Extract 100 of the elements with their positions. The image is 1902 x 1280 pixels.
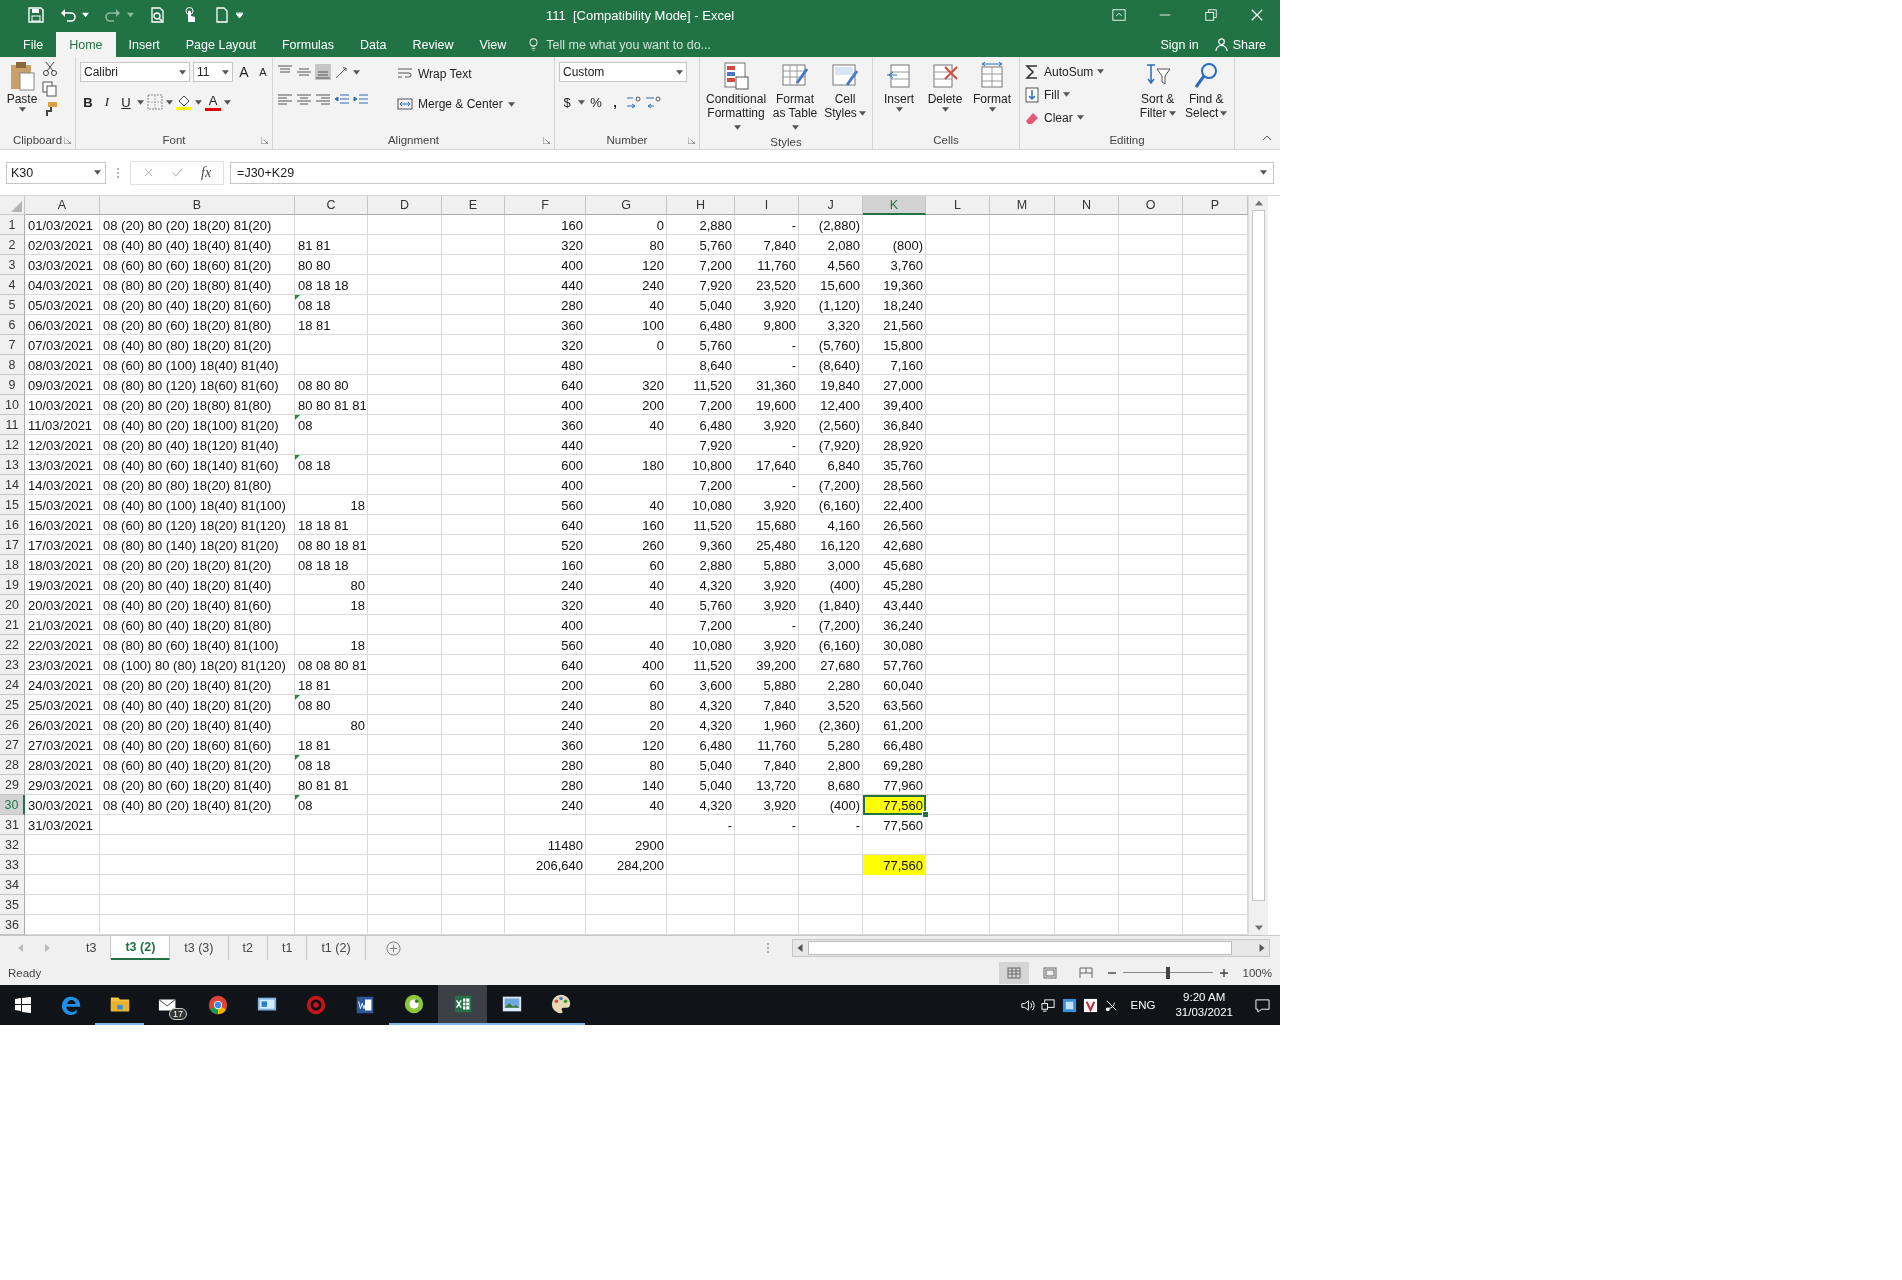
underline-button[interactable]: U	[118, 92, 134, 112]
percent-button[interactable]: %	[588, 92, 604, 112]
touch-mode-icon[interactable]	[182, 7, 198, 23]
increase-decimal-icon[interactable]	[626, 94, 642, 110]
row-header[interactable]: 11	[0, 415, 25, 435]
scissors-icon[interactable]	[42, 61, 58, 77]
row-header[interactable]: 1	[0, 215, 25, 235]
row-header[interactable]: 31	[0, 815, 25, 835]
zoom-slider[interactable]	[1122, 965, 1213, 980]
row-header[interactable]: 21	[0, 615, 25, 635]
row-header[interactable]: 8	[0, 355, 25, 375]
column-header[interactable]: O	[1119, 196, 1183, 215]
row-header[interactable]: 25	[0, 695, 25, 715]
zoom-in-icon[interactable]	[1218, 967, 1229, 978]
notification-icon[interactable]	[1255, 997, 1270, 1013]
column-header[interactable]: H	[667, 196, 735, 215]
row-header[interactable]: 35	[0, 895, 25, 915]
caret-icon[interactable]	[166, 99, 173, 105]
caret-icon[interactable]	[353, 69, 360, 75]
normal-view-icon[interactable]	[998, 961, 1029, 984]
zoom-level[interactable]: 100%	[1242, 966, 1272, 979]
shrink-font-button[interactable]: A	[255, 62, 271, 82]
horizontal-scrollbar[interactable]	[792, 939, 1270, 957]
orientation-icon[interactable]	[334, 64, 350, 80]
insert-function-button[interactable]: fx	[201, 164, 212, 181]
dialog-launcher-icon[interactable]	[543, 136, 550, 144]
row-header[interactable]: 14	[0, 475, 25, 495]
comma-button[interactable]: ,	[607, 92, 623, 112]
merge-center-button[interactable]: Merge & Center	[397, 93, 515, 115]
undo-icon[interactable]	[60, 7, 76, 23]
wrap-text-button[interactable]: Wrap Text	[397, 63, 515, 85]
sheet-tab[interactable]: t3 (2)	[111, 936, 171, 960]
row-header[interactable]: 5	[0, 295, 25, 315]
add-sheet-icon[interactable]	[385, 940, 401, 956]
ribbon-tab[interactable]: Home	[56, 32, 116, 57]
scroll-down-icon[interactable]	[1254, 924, 1263, 932]
collapse-ribbon-icon[interactable]	[1262, 135, 1272, 141]
row-header[interactable]: 15	[0, 495, 25, 515]
column-header[interactable]: K	[863, 196, 926, 215]
column-header[interactable]: E	[442, 196, 505, 215]
name-box[interactable]: K30	[6, 161, 106, 184]
column-header[interactable]: B	[100, 196, 295, 215]
find-select-button[interactable]: Find & Select	[1182, 61, 1230, 120]
row-header[interactable]: 28	[0, 755, 25, 775]
sign-in-link[interactable]: Sign in	[1150, 32, 1209, 57]
scroll-thumb[interactable]	[808, 941, 1232, 955]
row-header[interactable]: 7	[0, 335, 25, 355]
app-tray-icon[interactable]	[1061, 997, 1077, 1013]
column-header[interactable]: D	[368, 196, 442, 215]
network-icon[interactable]	[1040, 997, 1056, 1013]
language-indicator[interactable]: ENG	[1130, 999, 1156, 1011]
italic-button[interactable]: I	[99, 92, 115, 112]
ribbon-tab[interactable]: Page Layout	[172, 32, 269, 57]
shield-icon[interactable]	[1082, 997, 1098, 1013]
format-as-table-button[interactable]: Format as Table	[770, 61, 820, 134]
ribbon-tab[interactable]: View	[466, 32, 520, 57]
ribbon-tab[interactable]: File	[10, 32, 57, 57]
tell-me-field[interactable]: Tell me what you want to do...	[529, 32, 749, 57]
new-document-icon[interactable]	[214, 7, 230, 23]
currency-button[interactable]: $	[559, 92, 575, 112]
copy-icon[interactable]	[42, 81, 58, 97]
row-header[interactable]: 16	[0, 515, 25, 535]
row-header[interactable]: 3	[0, 255, 25, 275]
row-header[interactable]: 26	[0, 715, 25, 735]
speaker-icon[interactable]	[1019, 997, 1035, 1013]
cell-styles-button[interactable]: Cell Styles	[821, 61, 868, 120]
redo-icon[interactable]	[105, 7, 121, 23]
column-header[interactable]: P	[1183, 196, 1248, 215]
column-header[interactable]: M	[990, 196, 1055, 215]
ribbon-tab[interactable]: Insert	[115, 32, 173, 57]
row-header[interactable]: 20	[0, 595, 25, 615]
ribbon-tab[interactable]: Data	[347, 32, 400, 57]
delete-cells-button[interactable]: Delete	[923, 61, 967, 112]
decrease-decimal-icon[interactable]	[645, 94, 661, 110]
caret-icon[interactable]	[137, 99, 144, 105]
row-header[interactable]: 4	[0, 275, 25, 295]
print-preview-icon[interactable]	[150, 7, 166, 23]
bold-button[interactable]: B	[80, 92, 96, 112]
row-header[interactable]: 23	[0, 655, 25, 675]
vertical-scrollbar[interactable]	[1248, 196, 1268, 935]
row-header[interactable]: 32	[0, 835, 25, 855]
column-header[interactable]: L	[926, 196, 990, 215]
format-cells-button[interactable]: Format	[969, 61, 1015, 112]
fill-color-icon[interactable]	[176, 94, 192, 110]
row-header[interactable]: 36	[0, 915, 25, 935]
dialog-launcher-icon[interactable]	[64, 136, 71, 144]
caret-icon[interactable]	[578, 99, 585, 105]
column-header[interactable]: F	[505, 196, 586, 215]
row-header[interactable]: 27	[0, 735, 25, 755]
number-format-dropdown[interactable]: Custom	[559, 62, 687, 82]
save-icon[interactable]	[28, 7, 44, 23]
column-header[interactable]: C	[295, 196, 368, 215]
font-color-button[interactable]: A	[205, 93, 221, 111]
insert-cells-button[interactable]: Insert	[877, 61, 921, 112]
row-header[interactable]: 10	[0, 395, 25, 415]
scroll-left-icon[interactable]	[796, 944, 804, 952]
clear-button[interactable]: Clear	[1024, 107, 1133, 128]
column-header[interactable]: N	[1055, 196, 1119, 215]
autosum-button[interactable]: AutoSum	[1024, 61, 1133, 82]
dialog-launcher-icon[interactable]	[261, 136, 268, 144]
